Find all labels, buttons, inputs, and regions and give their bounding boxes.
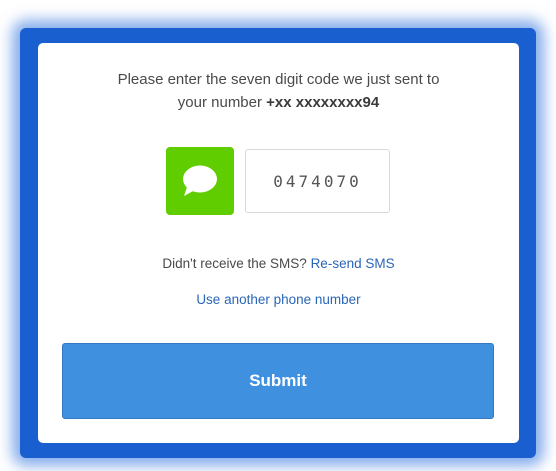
prompt-line-1: Please enter the seven digit code we jus…: [117, 71, 440, 88]
use-another-phone-link[interactable]: Use another phone number: [196, 292, 360, 307]
code-entry-row: [166, 147, 390, 215]
submit-button[interactable]: Submit: [62, 343, 494, 419]
sms-bubble-icon: [166, 147, 234, 215]
resend-question: Didn't receive the SMS?: [162, 256, 307, 271]
verification-card: Please enter the seven digit code we jus…: [38, 43, 519, 443]
another-phone-row: Use another phone number: [38, 292, 519, 307]
prompt-line-2-prefix: your number: [177, 94, 267, 111]
prompt-line-2: your number +xx xxxxxxxx94: [38, 91, 519, 114]
resend-row: Didn't receive the SMS? Re-send SMS: [38, 256, 519, 271]
verification-prompt: Please enter the seven digit code we jus…: [38, 68, 519, 114]
verification-code-input[interactable]: [245, 149, 390, 213]
chat-bubble-icon: [183, 165, 217, 196]
masked-phone-number: +xx xxxxxxxx94: [266, 94, 380, 111]
resend-sms-link[interactable]: Re-send SMS: [311, 256, 395, 271]
